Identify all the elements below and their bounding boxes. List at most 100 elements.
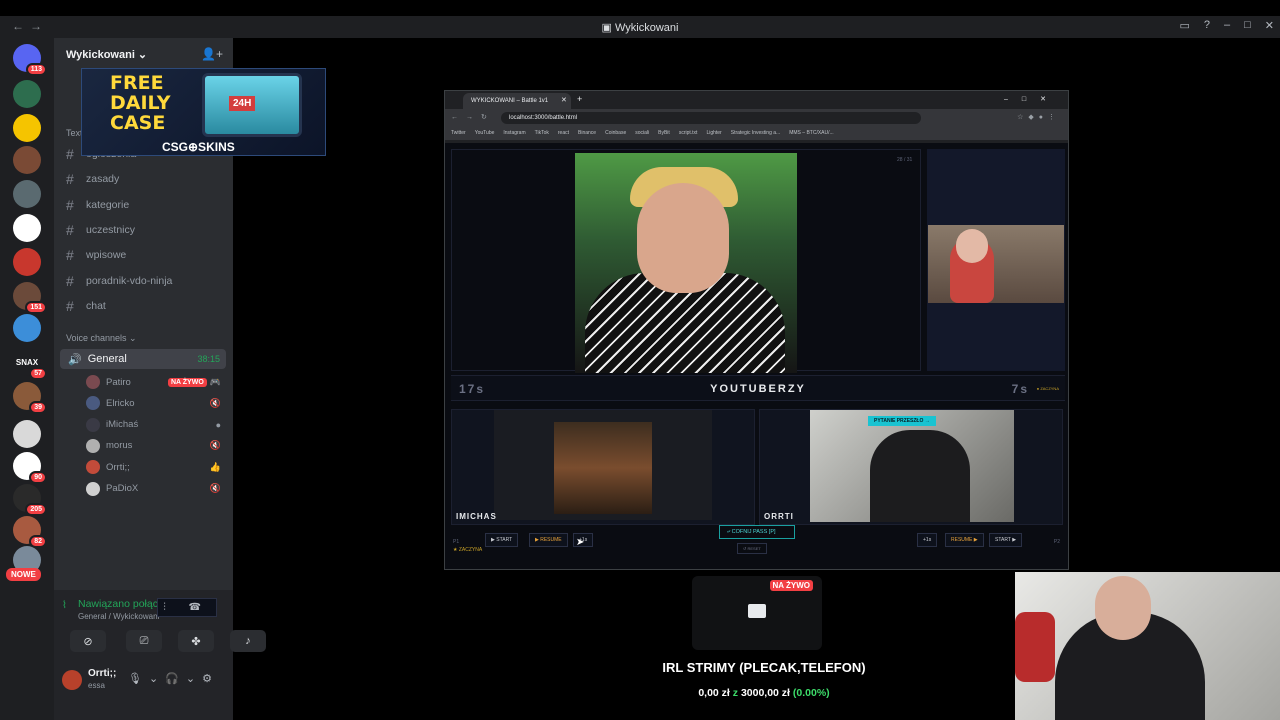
server-icon-6[interactable]: [13, 248, 41, 276]
player2-person: [870, 430, 970, 522]
p2-plus-second-button[interactable]: +1s: [917, 533, 938, 547]
server-icon-5[interactable]: [13, 214, 41, 242]
goal-current: 0,00 zł: [698, 687, 730, 699]
server-icon-7[interactable]: 151: [13, 282, 47, 314]
server-icon-12[interactable]: 90: [13, 452, 47, 484]
voice-category[interactable]: Voice channels ⌄: [66, 333, 137, 344]
new-badge: NOWE: [6, 568, 41, 581]
host-camera: [928, 225, 1064, 303]
bookmark-item[interactable]: ByBit: [658, 130, 670, 137]
side-camera-pane: [927, 149, 1065, 371]
connection-sub[interactable]: General / Wykickowani: [78, 612, 159, 621]
window-title-text: Wykickowani: [614, 21, 679, 34]
channel-4[interactable]: # wpisowe: [66, 247, 126, 263]
bookmark-item[interactable]: TikTok: [535, 130, 549, 137]
browser-window: WYKICKOWANI – Battle 1v1 ✕ + –□✕ ←→↻ loc…: [444, 90, 1069, 570]
bookmark-item[interactable]: Coinbase: [605, 130, 626, 137]
server-icon-3[interactable]: [13, 146, 41, 174]
channel-1[interactable]: # zasady: [66, 171, 119, 187]
voice-user-name: Elricko: [106, 397, 135, 409]
server-icon-9[interactable]: SNAX 57: [13, 348, 47, 380]
channel-name: poradnik-vdo-ninja: [86, 274, 173, 287]
server-icon-13[interactable]: 205: [13, 484, 47, 516]
help-icon[interactable]: ?: [1204, 19, 1210, 32]
activities-button[interactable]: ✤: [178, 630, 214, 652]
player2-camera: PYTANIE PRZESZŁO →: [810, 410, 1014, 522]
bookmark-item[interactable]: script.txt: [679, 130, 698, 137]
unread-badge: 205: [25, 503, 47, 516]
close-icon[interactable]: ✕: [1265, 19, 1274, 32]
csgoskins-ad[interactable]: FREE DAILY CASE 24H CSG⊕SKINS: [81, 68, 326, 156]
channel-3[interactable]: # uczestnicy: [66, 222, 135, 238]
bookmark-item[interactable]: Instagram: [503, 130, 525, 137]
voice-user[interactable]: Orrti;; 👍: [86, 458, 221, 476]
reset-button[interactable]: ↺ RESET: [737, 543, 767, 554]
voice-user[interactable]: iMichaś ●: [86, 416, 221, 434]
bookmark-item[interactable]: MMS – BTC/XAU/...: [789, 130, 833, 137]
goal-separator: z: [732, 687, 739, 699]
soundboard-icon[interactable]: ♪: [230, 630, 266, 652]
bookmark-item[interactable]: Strategic Investing a...: [731, 130, 780, 137]
voice-user[interactable]: PaDioX 🔇: [86, 480, 221, 498]
ad-line1: FREE: [110, 72, 164, 94]
p1-resume-button[interactable]: ▶ RESUME: [529, 533, 568, 547]
unread-badge: 90: [29, 471, 47, 484]
server-icon-14[interactable]: 82: [13, 516, 47, 548]
bookmark-item[interactable]: sociali: [635, 130, 649, 137]
bookmark-item[interactable]: react: [558, 130, 569, 137]
browser-tab[interactable]: WYKICKOWANI – Battle 1v1: [463, 93, 571, 109]
undo-pass-button[interactable]: ⤶ COFNIJ PASS [P]: [719, 525, 795, 539]
bookmark-item[interactable]: Lighter: [706, 130, 721, 137]
server-icon-4[interactable]: [13, 180, 41, 208]
browser-window-controls[interactable]: –□✕: [1004, 95, 1060, 103]
url-field[interactable]: localhost:3000/battle.html: [501, 112, 921, 124]
channel-name: kategorie: [86, 198, 130, 211]
p2-start-button[interactable]: START ▶: [989, 533, 1023, 547]
live-badge: NA ŻYWO: [769, 580, 813, 591]
avatar: [86, 460, 100, 475]
browser-nav-icons[interactable]: ←→↻: [451, 113, 495, 121]
screen-share-button[interactable]: ⎚: [126, 630, 162, 652]
right-starts-tag: ● ZACZYNA: [1036, 386, 1059, 391]
channel-name: chat: [86, 299, 106, 312]
voice-user[interactable]: Elricko 🔇: [86, 394, 221, 412]
tab-close-icon[interactable]: ✕: [561, 96, 567, 104]
voice-channel-general[interactable]: 🔊 General 38:15: [60, 349, 226, 369]
stream-thumbnail[interactable]: NA ŻYWO: [692, 576, 822, 650]
maximize-icon[interactable]: □: [1244, 19, 1251, 32]
camera-off-button[interactable]: ⊘: [70, 630, 106, 652]
noise-suppression-icon[interactable]: ⫶ ☎: [157, 598, 217, 617]
tab-bar: WYKICKOWANI – Battle 1v1 ✕ + –□✕: [445, 91, 1068, 109]
server-icon-8[interactable]: [13, 314, 41, 342]
p2-resume-button[interactable]: RESUME ▶: [945, 533, 984, 547]
hash-icon: #: [66, 171, 74, 188]
extensions-icons[interactable]: ☆◆●⋮: [1017, 113, 1060, 121]
inbox-icon[interactable]: ▭: [1179, 19, 1189, 32]
voice-user-name: Orrti;;: [106, 461, 130, 473]
bookmark-item[interactable]: Twitter: [451, 130, 466, 137]
hash-icon: #: [66, 146, 74, 162]
new-tab-icon[interactable]: +: [577, 94, 582, 104]
voice-user[interactable]: Patiro NA ŻYWO 🎮: [86, 373, 221, 391]
p1-start-button[interactable]: ▶ START: [485, 533, 519, 547]
channel-2[interactable]: # kategorie: [66, 197, 129, 213]
server-icon-2[interactable]: [13, 114, 41, 142]
channel-5[interactable]: # poradnik-vdo-ninja: [66, 273, 172, 289]
channel-6[interactable]: # chat: [66, 298, 106, 314]
server-icon-11[interactable]: [13, 420, 41, 448]
invite-people-icon[interactable]: 👤+: [201, 47, 223, 61]
guild-name[interactable]: Wykickowani ⌄: [66, 48, 147, 61]
bookmark-item[interactable]: Binance: [578, 130, 596, 137]
minimize-icon[interactable]: –: [1224, 19, 1230, 32]
server-icon-1[interactable]: [13, 80, 41, 108]
p1-tag: P1: [453, 539, 460, 545]
bookmark-item[interactable]: YouTube: [475, 130, 495, 137]
unread-badge: 113: [25, 63, 47, 76]
channel-name: uczestnicy: [86, 223, 136, 236]
server-icon-10[interactable]: 39: [13, 382, 47, 414]
streamer-head: [1095, 576, 1151, 640]
player1-name: IMICHAS: [456, 512, 497, 521]
question-passed-banner: PYTANIE PRZESZŁO →: [868, 416, 936, 426]
server-icon-0[interactable]: 113: [13, 44, 47, 76]
voice-user[interactable]: morus 🔇: [86, 437, 221, 455]
